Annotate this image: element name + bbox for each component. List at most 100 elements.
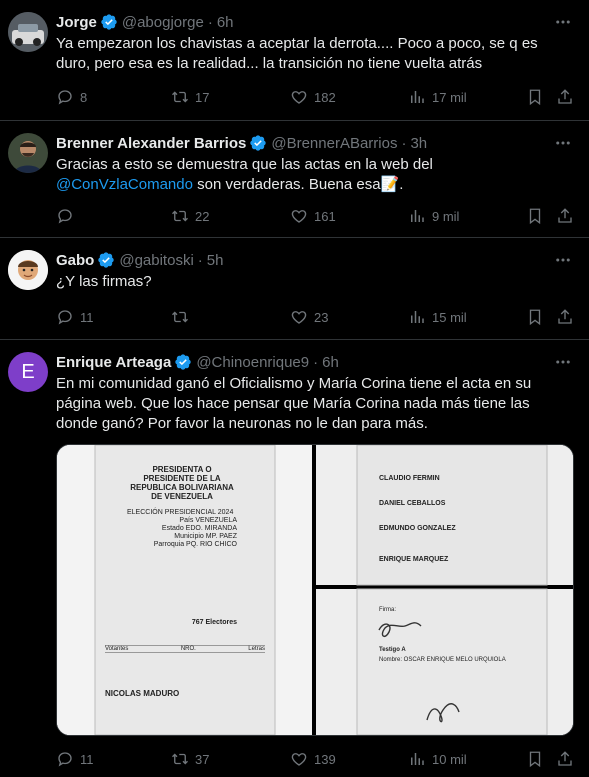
- tweet-text: ¿Y las firmas?: [56, 273, 152, 290]
- author-handle[interactable]: @BrennerABarrios: [271, 135, 397, 152]
- bookmark-icon: [529, 89, 541, 106]
- tweet-media-images[interactable]: PRESIDENTA O PRESIDENTE DE LA REPUBLICA …: [56, 444, 574, 736]
- verified-badge-icon: [175, 354, 191, 370]
- tweet-text: Gracias a esto se demuestra que las acta…: [56, 155, 573, 195]
- avatar[interactable]: E: [8, 352, 48, 392]
- acta-parish: Parroquia PQ. RIO CHICO: [153, 541, 237, 548]
- author-handle[interactable]: @Chinoenrique9: [196, 354, 309, 371]
- acta-testigo-label: Testigo A: [379, 647, 406, 653]
- avatar[interactable]: [8, 250, 48, 290]
- retweet-button[interactable]: 37: [171, 749, 209, 769]
- tweet-text-part: Gracias a esto se demuestra que las acta…: [56, 156, 433, 173]
- like-button[interactable]: 161: [290, 206, 336, 226]
- verified-badge-icon: [250, 135, 267, 151]
- share-button[interactable]: [556, 87, 574, 107]
- acta-heading: PRESIDENTA O PRESIDENTE DE LA REPUBLICA …: [130, 465, 234, 501]
- acta-country: País VENEZUELA: [179, 517, 237, 524]
- tweet[interactable]: Brenner Alexander Barrios @BrennerABarri…: [0, 121, 589, 238]
- more-options-icon[interactable]: [553, 250, 573, 270]
- share-button[interactable]: [556, 749, 574, 769]
- acta-electores: 767 Electores: [191, 619, 237, 626]
- retweet-icon: [172, 91, 188, 103]
- heart-icon: [291, 91, 307, 104]
- author-handle[interactable]: @abogjorge: [122, 14, 204, 31]
- views-button[interactable]: 9 mil: [408, 206, 459, 226]
- bookmark-icon: [529, 309, 541, 326]
- bookmark-button[interactable]: [526, 749, 544, 769]
- like-count: 23: [314, 309, 329, 325]
- like-button[interactable]: 182: [290, 87, 336, 107]
- retweet-count: 37: [195, 751, 210, 767]
- share-icon: [558, 309, 572, 324]
- timestamp[interactable]: 6h: [322, 354, 339, 371]
- memo-emoji: 📝: [380, 176, 400, 193]
- avatar[interactable]: [8, 12, 48, 52]
- reply-icon: [58, 209, 72, 224]
- tweet[interactable]: Jorge @abogjorge · 6h Ya empezaron los c…: [0, 0, 589, 121]
- author-name[interactable]: Gabo: [56, 252, 94, 269]
- retweet-button[interactable]: 17: [171, 87, 209, 107]
- reply-button[interactable]: 11: [56, 749, 94, 769]
- timestamp[interactable]: 3h: [410, 135, 427, 152]
- acta-election: ELECCIÓN PRESIDENCIAL 2024: [127, 509, 234, 516]
- share-icon: [558, 751, 572, 766]
- bookmark-button[interactable]: [526, 206, 544, 226]
- share-button[interactable]: [556, 206, 574, 226]
- like-count: 161: [314, 208, 336, 224]
- reply-icon: [58, 90, 72, 105]
- share-icon: [558, 89, 572, 104]
- retweet-button[interactable]: 22: [171, 206, 209, 226]
- reply-icon: [58, 310, 72, 325]
- tweet-text: En mi comunidad ganó el Oficialismo y Ma…: [56, 375, 532, 432]
- views-count: 17 mil: [432, 89, 467, 105]
- acta-state: Estado EDO. MIRANDA: [161, 525, 237, 532]
- heart-icon: [291, 210, 307, 223]
- acta-testigo-name: Nombre: OSCAR ENRIQUE MELO URQUIOLA: [379, 657, 506, 663]
- views-chart-icon: [411, 210, 424, 222]
- heart-icon: [291, 753, 307, 766]
- author-name[interactable]: Jorge: [56, 14, 97, 31]
- bookmark-button[interactable]: [526, 87, 544, 107]
- views-count: 10 mil: [432, 751, 467, 767]
- separator-dot: ·: [207, 13, 213, 31]
- more-options-icon[interactable]: [553, 133, 573, 153]
- avatar[interactable]: [8, 133, 48, 173]
- author-handle[interactable]: @gabitoski: [119, 252, 193, 269]
- retweet-icon: [172, 753, 188, 765]
- bookmark-icon: [529, 751, 541, 768]
- reply-button[interactable]: [56, 206, 80, 226]
- bookmark-button[interactable]: [526, 307, 544, 327]
- views-count: 15 mil: [432, 309, 467, 325]
- views-chart-icon: [411, 753, 424, 765]
- reply-button[interactable]: 11: [56, 307, 94, 327]
- reply-count: 11: [80, 309, 94, 325]
- more-options-icon[interactable]: [553, 12, 573, 32]
- retweet-button[interactable]: [171, 307, 195, 327]
- share-button[interactable]: [556, 307, 574, 327]
- tweet[interactable]: Gabo @gabitoski · 5h ¿Y las firmas? 11 2…: [0, 238, 589, 340]
- acta-nro-label: NRO.: [180, 646, 196, 652]
- author-name[interactable]: Brenner Alexander Barrios: [56, 135, 246, 152]
- more-options-icon[interactable]: [553, 352, 573, 372]
- retweet-icon: [172, 311, 188, 323]
- like-count: 182: [314, 89, 336, 105]
- tweet-text-part: son verdaderas. Buena esa: [192, 176, 381, 193]
- verified-badge-icon: [98, 252, 115, 268]
- like-button[interactable]: 139: [290, 749, 336, 769]
- acta-candidate-fermin: CLAUDIO FERMIN: [379, 475, 440, 482]
- separator-dot: ·: [313, 353, 319, 371]
- author-name[interactable]: Enrique Arteaga: [56, 354, 171, 371]
- mention-link[interactable]: @ConVzlaComando: [56, 176, 193, 193]
- timestamp[interactable]: 5h: [207, 252, 224, 269]
- views-chart-icon: [411, 311, 424, 323]
- tweet-text-part: .: [399, 176, 404, 193]
- like-button[interactable]: 23: [290, 307, 328, 327]
- retweet-icon: [172, 210, 188, 222]
- timestamp[interactable]: 6h: [217, 14, 234, 31]
- views-button[interactable]: 15 mil: [408, 307, 467, 327]
- reply-count: 11: [80, 751, 94, 767]
- views-button[interactable]: 17 mil: [408, 87, 467, 107]
- reply-button[interactable]: 8: [56, 87, 87, 107]
- acta-municipality: Municipio MP. PAEZ: [174, 533, 237, 540]
- views-button[interactable]: 10 mil: [408, 749, 467, 769]
